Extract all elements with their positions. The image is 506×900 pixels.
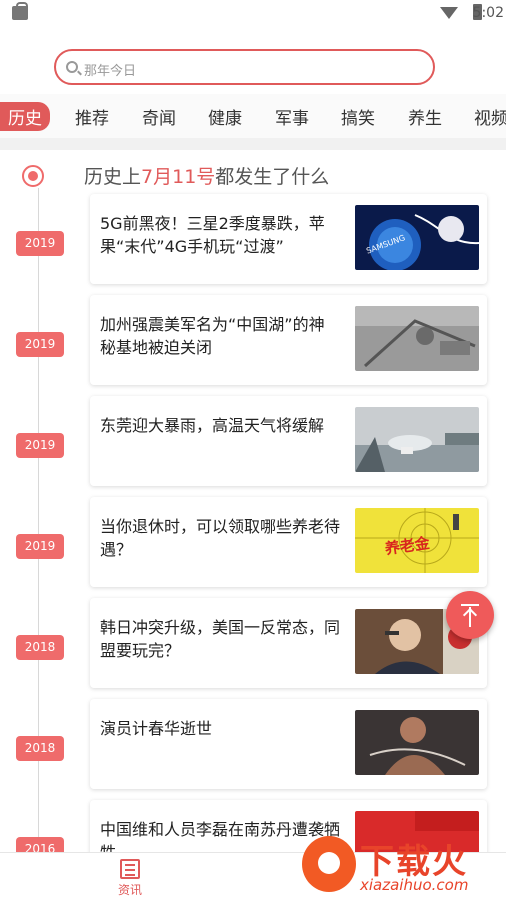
article-card[interactable]: 5G前黑夜！三星2季度暴跌，苹果“末代”4G手机玩“过渡” SAMSUNG [90,194,487,284]
article-card[interactable]: 演员计春华逝世 [90,699,487,789]
search-input[interactable]: 那年今日 [54,49,435,85]
news-icon[interactable] [120,859,140,879]
timeline-start-icon [22,165,44,187]
year-badge: 2019 [16,332,64,357]
watermark: 下载火 xiazaihuo.com [300,832,506,900]
back-to-top-button[interactable] [446,591,494,639]
year-badge: 2019 [16,534,64,559]
watermark-url: xiazaihuo.com [360,876,469,894]
article-thumbnail [355,407,479,472]
section-divider [0,138,506,150]
article-title: 当你退休时，可以领取哪些养老待遇？ [100,517,341,559]
tab-curiosities[interactable]: 奇闻 [142,104,176,129]
arrow-up-head [462,607,478,623]
tab-recommend[interactable]: 推荐 [75,104,109,129]
title-prefix: 历史上 [84,166,142,188]
search-icon [66,61,78,73]
wifi-icon [440,7,458,19]
article-title: 东莞迎大暴雨，高温天气将缓解 [100,416,325,435]
title-date: 7月11号 [141,166,216,188]
article-card[interactable]: 东莞迎大暴雨，高温天气将缓解 [90,396,487,486]
nav-news-label[interactable]: 资讯 [118,881,142,898]
tab-military[interactable]: 军事 [275,104,309,129]
arrow-up-icon [461,604,479,606]
article-title: 加州强震美军名为“中国湖”的神秘基地被迫关闭 [100,315,325,357]
article-card[interactable]: 加州强震美军名为“中国湖”的神秘基地被迫关闭 [90,295,487,385]
shopping-bag-icon [12,2,28,20]
tab-history[interactable]: 历史 [0,102,50,131]
article-card[interactable]: 韩日冲突升级，美国一反常态，同盟要玩完？ [90,598,487,688]
tab-health[interactable]: 健康 [208,104,242,129]
tab-funny[interactable]: 搞笑 [341,104,375,129]
article-title: 韩日冲突升级，美国一反常态，同盟要玩完？ [100,618,341,660]
tab-video[interactable]: 视频 [474,104,506,129]
year-badge: 2019 [16,433,64,458]
search-placeholder: 那年今日 [84,64,137,79]
status-time: 5:02 [472,5,504,21]
title-suffix: 都发生了什么 [215,166,330,188]
article-title: 5G前黑夜！三星2季度暴跌，苹果“末代”4G手机玩“过渡” [100,214,325,256]
article-thumbnail [355,710,479,775]
article-thumbnail: SAMSUNG [355,205,479,270]
watermark-logo-icon [302,836,356,892]
year-badge: 2018 [16,736,64,761]
category-tabs: 历史 推荐 奇闻 健康 军事 搞笑 养生 视频 [0,94,506,138]
article-title: 演员计春华逝世 [100,719,213,738]
status-bar: 5:02 [0,0,506,28]
page-title: 历史上7月11号都发生了什么 [84,162,329,189]
year-badge: 2019 [16,231,64,256]
tab-wellness[interactable]: 养生 [408,104,442,129]
article-thumbnail [355,306,479,371]
article-thumbnail: 养老金 [355,508,479,573]
article-card[interactable]: 当你退休时，可以领取哪些养老待遇？ 养老金 [90,497,487,587]
year-badge: 2018 [16,635,64,660]
